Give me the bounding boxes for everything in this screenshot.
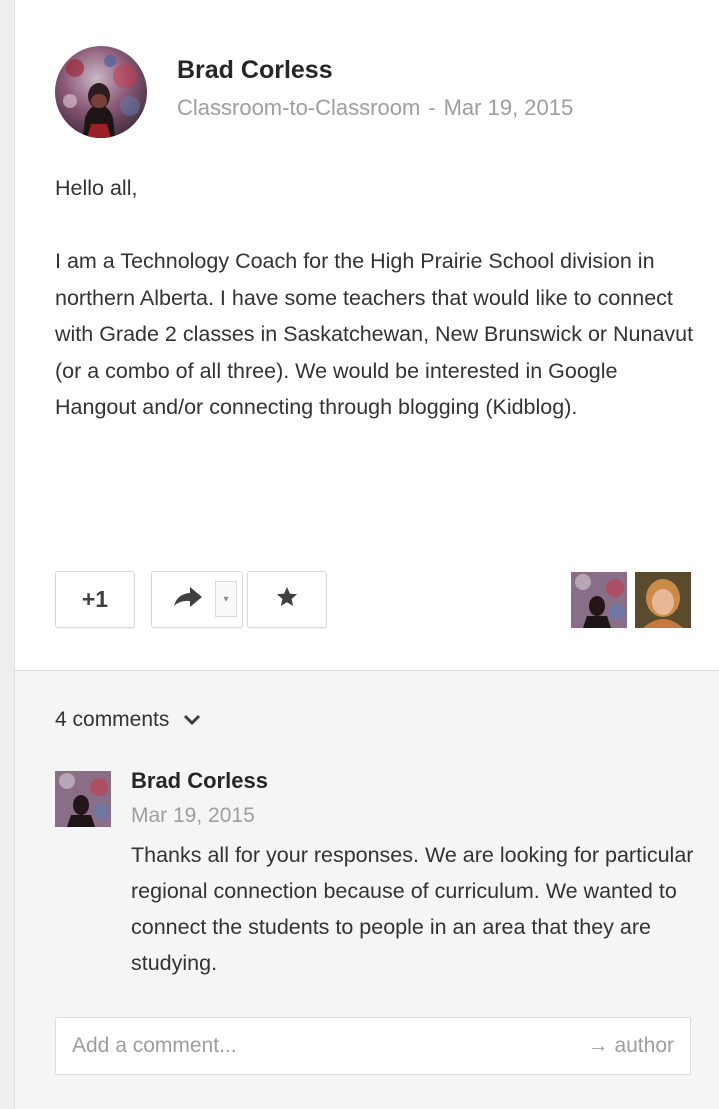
caret-down-icon: ▾ [223, 593, 229, 605]
left-gutter [0, 0, 15, 1109]
post-content: Brad Corless Classroom-to-Classroom - Mar … [15, 0, 719, 670]
share-arrow-icon [172, 585, 204, 614]
comments-section: 4 comments Brad Corless Mar 19, 2015 Tha… [15, 671, 719, 1109]
star-icon [275, 585, 299, 614]
plus-one-button[interactable]: +1 [55, 571, 135, 628]
post-meta: Classroom-to-Classroom - Mar 19, 2015 [177, 95, 573, 121]
comment-author[interactable]: Brad Corless [131, 768, 268, 794]
add-comment-input[interactable] [72, 1018, 542, 1074]
comments-toggle[interactable]: 4 comments [55, 708, 201, 732]
post-greeting: Hello all, [55, 176, 138, 200]
comment-date: Mar 19, 2015 [131, 804, 255, 827]
post-paragraph: I am a Technology Coach for the High Pra… [55, 249, 694, 419]
share-dropdown-button[interactable]: ▾ [215, 581, 237, 617]
post-date[interactable]: Mar 19, 2015 [444, 95, 574, 120]
community-link[interactable]: Classroom-to-Classroom [177, 95, 420, 120]
pluser-avatar-2[interactable] [635, 572, 691, 628]
pluser-avatar-1[interactable] [571, 572, 627, 628]
meta-separator: - [428, 95, 436, 120]
author-name[interactable]: Brad Corless [177, 56, 333, 85]
plus-one-label: +1 [81, 586, 109, 612]
post-body: Hello all, I am a Technology Coach for t… [55, 170, 695, 426]
add-comment-box[interactable]: → author [55, 1017, 691, 1075]
comment-text: Thanks all for your responses. We are lo… [131, 843, 694, 975]
chevron-down-icon [183, 708, 201, 732]
star-button[interactable] [247, 571, 327, 628]
mention-author-hint: → author [587, 1034, 674, 1057]
comment-author-avatar[interactable] [55, 771, 111, 827]
comment-count: 4 comments [55, 708, 170, 731]
author-avatar[interactable] [55, 46, 147, 138]
post-card: Brad Corless Classroom-to-Classroom - Mar … [0, 0, 719, 1109]
